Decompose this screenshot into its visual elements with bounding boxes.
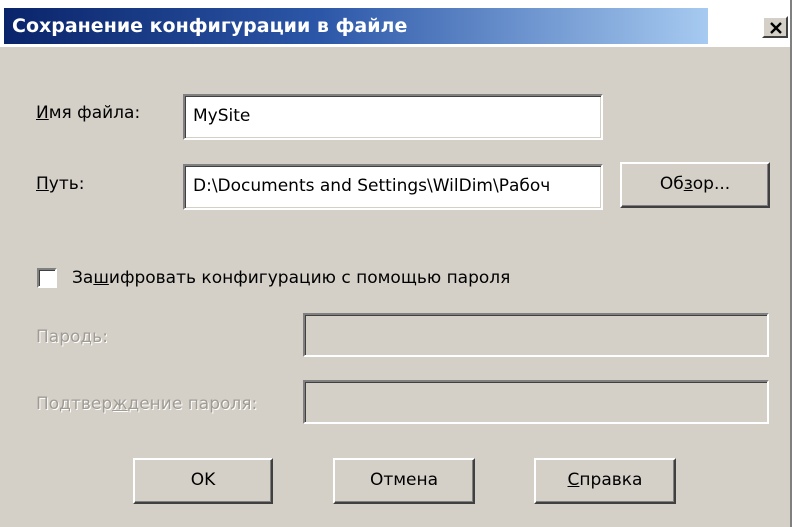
confirm-password-input[interactable] [303,380,769,424]
path-label-post: уть: [48,174,85,194]
encrypt-label-post: ифровать конфигурацию с помощью пароля [108,268,511,288]
password-input[interactable] [303,313,769,357]
cancel-button[interactable]: Отмена [333,458,475,504]
password-label: Пародь: [36,327,108,347]
password-label-pre: Паро [36,327,81,347]
confirm-password-label: Подтверждение пароля: [36,394,257,414]
encrypt-label-accesskey: ш [93,268,109,288]
path-input[interactable]: D:\Documents and Settings\WilDim\Рабоч [183,164,603,210]
confirm-label-accesskey: ж [112,394,128,414]
help-label-accesskey: С [567,470,580,490]
save-config-dialog: Сохранение конфигурации в файле Имя файл… [0,0,792,527]
password-label-accesskey: д [80,327,93,347]
close-button[interactable] [762,16,788,38]
path-label: Путь: [36,174,85,194]
title-bar: Сохранение конфигурации в файле [0,0,790,47]
confirm-label-post: дение пароля: [127,394,258,414]
browse-label-post: ор... [692,174,731,194]
help-label-post: правка [579,470,643,490]
encrypt-label-pre: За [72,268,94,288]
filename-label-accesskey: И [36,103,49,123]
browse-label-pre: Об [659,174,684,194]
filename-label: Имя файла: [36,103,140,123]
encrypt-label[interactable]: Зашифровать конфигурацию с помощью парол… [72,268,510,288]
browse-label-accesskey: з [683,174,693,194]
filename-label-post: мя файла: [48,103,141,123]
filename-input[interactable]: MySite [183,94,603,140]
path-label-accesskey: П [36,174,49,194]
help-button[interactable]: Справка [534,458,676,504]
confirm-label-pre: Подтвер [36,394,113,414]
password-label-post: ь: [92,327,108,347]
dialog-title: Сохранение конфигурации в файле [12,15,408,37]
browse-button[interactable]: Обзор... [620,162,770,208]
encrypt-checkbox[interactable] [37,268,57,288]
close-icon [770,22,782,34]
ok-button[interactable]: OK [133,458,273,504]
